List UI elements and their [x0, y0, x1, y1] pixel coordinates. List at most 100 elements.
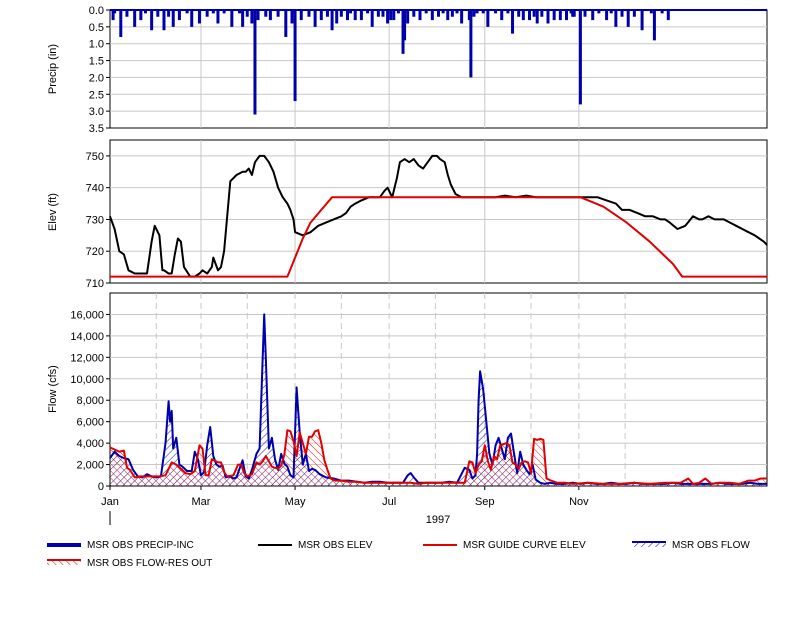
precip-bar [245, 10, 249, 17]
legend-item: MSR OBS FLOW-RES OUT [47, 558, 212, 569]
y-tick-label: 3.5 [89, 123, 104, 135]
precip-bar [446, 10, 450, 21]
precip-bar [418, 10, 422, 21]
precip-bar [591, 10, 595, 21]
x-tick-label: Mar [192, 496, 211, 508]
precip-bar [325, 10, 329, 17]
y-tick-label: 2.5 [89, 89, 104, 101]
x-tick-label: May [285, 496, 306, 508]
precip-bar [230, 10, 234, 27]
hydrology-chart: 0.0 0.5 1.0 1.5 2.0 2.5 3.0 3.5 Precip (in) 710… [47, 5, 768, 569]
legend: MSR OBS PRECIP-INC MSR OBS ELEV MSR GUIDE … [47, 540, 750, 569]
precip-bar [256, 10, 260, 21]
precip-bar [250, 10, 254, 24]
precip-bar [527, 10, 531, 21]
precip-bar [558, 10, 562, 21]
precip-bar [546, 10, 550, 24]
precip-bar [403, 10, 407, 41]
precip-bar [339, 10, 343, 17]
legend-item: MSR OBS FLOW [632, 540, 750, 551]
flow-y-ticks: 0 2,000 4,000 6,000 8,000 10,000 12,000 14,000 1… [70, 309, 110, 493]
y-tick-label: 0.5 [89, 22, 104, 34]
precip-bar [381, 10, 385, 17]
precip-plot-frame [109, 9, 768, 129]
elevation-plot-frame [109, 139, 768, 284]
precip-bar [125, 10, 129, 17]
precip-bar [620, 10, 624, 17]
precip-bar [264, 10, 268, 17]
precip-bar [652, 10, 656, 41]
elevation-y-axis-label: Elev (ft) [47, 193, 59, 231]
precip-bar [313, 10, 317, 27]
precip-bar [167, 10, 171, 17]
y-tick-label: 16,000 [70, 309, 104, 321]
precip-bar [253, 10, 257, 115]
precip-bar [666, 10, 670, 21]
precip-bar [190, 10, 194, 27]
precip-bar [241, 10, 245, 27]
legend-label: MSR OBS ELEV [298, 540, 373, 551]
flow-y-axis-label: Flow (cfs) [47, 365, 59, 413]
precip-bar [299, 10, 303, 21]
legend-swatch [47, 543, 81, 547]
y-tick-label: 730 [86, 214, 104, 226]
x-tick-label: Sep [475, 496, 495, 508]
precip-bar [216, 10, 220, 24]
legend-label: MSR OBS PRECIP-INC [87, 540, 194, 551]
y-tick-label: 12,000 [70, 352, 104, 364]
precip-bar [517, 10, 521, 17]
precip-bar [500, 10, 504, 21]
legend-label: MSR GUIDE CURVE ELEV [463, 540, 586, 551]
legend-label: MSR OBS FLOW [672, 540, 750, 551]
x-tick-label: Nov [569, 496, 589, 508]
precip-bar [640, 10, 644, 31]
y-tick-label: 2.0 [89, 72, 104, 84]
precip-bar [486, 10, 490, 27]
precip-bar [205, 10, 209, 17]
precip-bar [162, 10, 166, 31]
x-axis-ticks: Jan Mar May Jul Sep Nov [101, 486, 589, 508]
y-tick-label: 6,000 [76, 417, 104, 429]
precip-bar [319, 10, 323, 21]
precip-bar [412, 10, 416, 17]
flow-panel: 0 2,000 4,000 6,000 8,000 10,000 12,000 14,000 1… [47, 292, 768, 493]
precip-bar [469, 10, 473, 78]
y-tick-label: 0 [98, 481, 104, 493]
precip-bar [532, 10, 536, 17]
precip-bar [389, 10, 393, 21]
legend-item: MSR OBS ELEV [258, 540, 373, 551]
legend-item: MSR OBS PRECIP-INC [47, 540, 194, 551]
y-tick-label: 710 [86, 278, 104, 290]
precip-bar [626, 10, 630, 27]
y-tick-label: 720 [86, 246, 104, 258]
y-tick-label: 1.0 [89, 39, 104, 51]
y-tick-label: 8,000 [76, 395, 104, 407]
precip-bar [605, 10, 609, 21]
legend-label: MSR OBS FLOW-RES OUT [87, 558, 212, 569]
y-tick-label: 2,000 [76, 460, 104, 472]
precip-y-ticks: 0.0 0.5 1.0 1.5 2.0 2.5 3.0 3.5 [89, 5, 110, 135]
precip-bar [521, 10, 525, 21]
y-tick-label: 14,000 [70, 331, 104, 343]
precip-bar [359, 10, 363, 21]
precip-bar [353, 10, 357, 21]
legend-item: MSR GUIDE CURVE ELEV [423, 540, 586, 551]
precip-bar [284, 10, 288, 37]
precip-bar [276, 10, 280, 17]
precip-panel: 0.0 0.5 1.0 1.5 2.0 2.5 3.0 3.5 Precip (in) [47, 5, 768, 135]
precip-bar [293, 10, 297, 102]
precip-bar [540, 10, 544, 17]
elevation-panel: 710 720 730 740 750 Elev (ft) [47, 139, 768, 290]
precip-bar [386, 10, 390, 24]
precip-bar [450, 10, 454, 17]
y-tick-label: 3.0 [89, 106, 104, 118]
precip-bar [406, 10, 410, 24]
precip-bar [139, 10, 143, 21]
precip-bar [632, 10, 636, 17]
precip-bar [171, 10, 175, 27]
precip-bar [572, 10, 576, 17]
precip-bar [430, 10, 434, 21]
y-tick-label: 740 [86, 183, 104, 195]
precip-bar [346, 10, 350, 21]
y-tick-label: 10,000 [70, 374, 104, 386]
